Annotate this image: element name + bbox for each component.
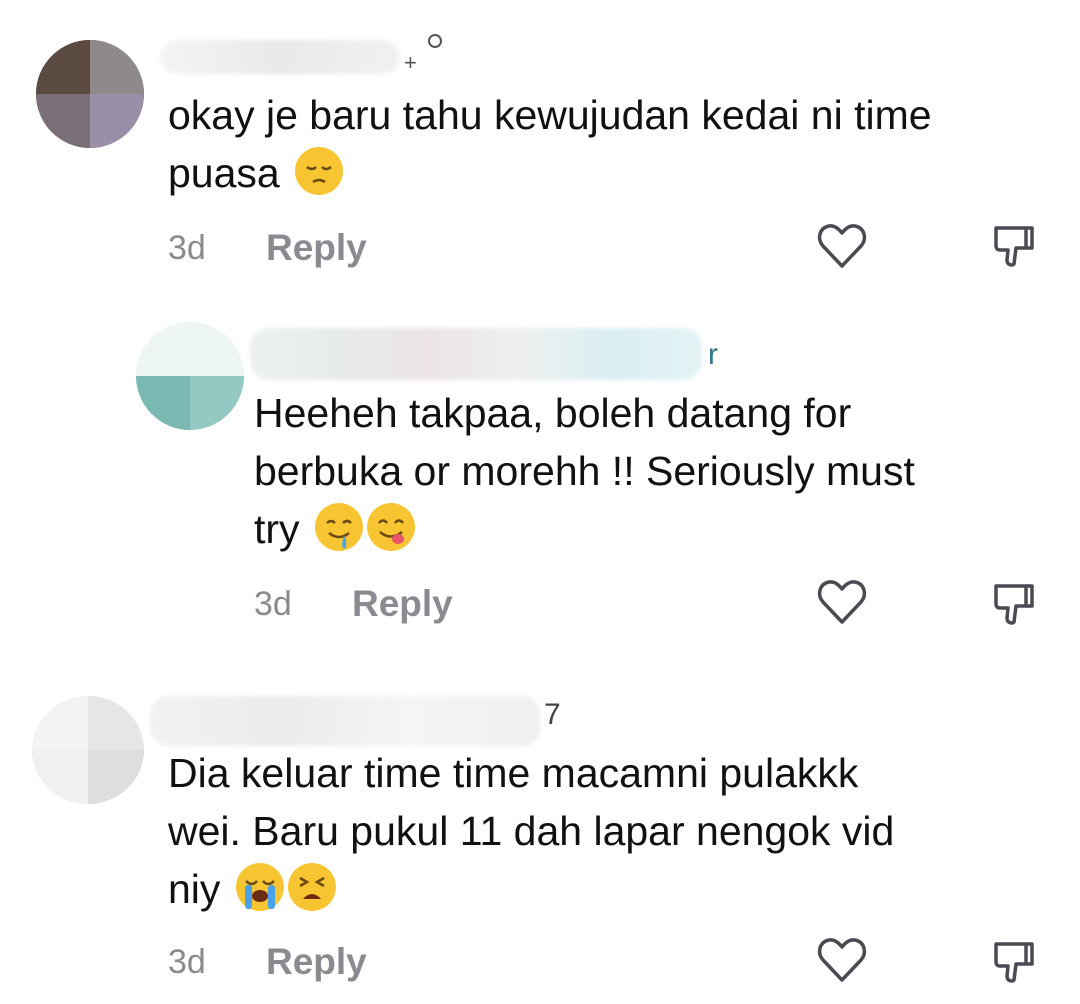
username-tail: + (404, 50, 417, 75)
avatar[interactable] (36, 40, 144, 148)
heart-outline-icon[interactable] (816, 936, 868, 984)
drooling-face-icon (314, 503, 363, 551)
username-blurred[interactable] (250, 328, 702, 380)
comment-text-line: puasa (168, 150, 280, 196)
comment-text-line: wei. Baru pukul 11 dah lapar nengok vid (168, 808, 895, 854)
username-tail: 7 (544, 698, 561, 731)
thumbs-down-outline-icon[interactable] (992, 222, 1036, 270)
comment-text-line: Heeheh takpaa, boleh datang for (254, 390, 852, 436)
comment-text-line: try (254, 506, 300, 552)
comment-time: 3d (254, 585, 292, 623)
pensive-face-icon (295, 147, 344, 195)
reply-button[interactable]: Reply (352, 583, 453, 625)
loudly-crying-face-icon (235, 863, 284, 911)
avatar[interactable] (136, 322, 244, 430)
comment-time: 3d (168, 943, 206, 981)
comment-text: Heeheh takpaa, boleh datang for berbuka … (254, 384, 1074, 558)
comment-text: okay je baru tahu kewujudan kedai ni tim… (168, 86, 1068, 202)
comment-item: + okay je baru tahu kewujudan kedai ni t… (0, 0, 1080, 290)
username-blurred[interactable] (150, 696, 540, 746)
heart-outline-icon[interactable] (816, 222, 868, 270)
comment-text-line: okay je baru tahu kewujudan kedai ni tim… (168, 92, 932, 138)
comment-text-line: Dia keluar time time macamni pulakkk (168, 750, 859, 796)
comment-time: 3d (168, 229, 206, 267)
badge-dot (428, 34, 442, 48)
comment-item: 7 Dia keluar time time macamni pulakkk w… (0, 670, 1080, 1004)
username-blurred[interactable] (160, 40, 400, 74)
reply-comment-item: r Heeheh takpaa, boleh datang for berbuk… (0, 300, 1080, 660)
reply-button[interactable]: Reply (266, 227, 367, 269)
comment-text-line: niy (168, 866, 221, 912)
thumbs-down-outline-icon[interactable] (992, 938, 1036, 986)
heart-outline-icon[interactable] (816, 578, 868, 626)
reply-button[interactable]: Reply (266, 941, 367, 983)
weary-face-icon (287, 863, 336, 911)
avatar[interactable] (32, 696, 144, 804)
comment-text: Dia keluar time time macamni pulakkk wei… (168, 744, 1068, 918)
face-savoring-food-icon (366, 503, 415, 551)
username-tail: r (708, 338, 718, 371)
comment-text-line: berbuka or morehh !! Seriously must (254, 448, 915, 494)
thumbs-down-outline-icon[interactable] (992, 580, 1036, 628)
